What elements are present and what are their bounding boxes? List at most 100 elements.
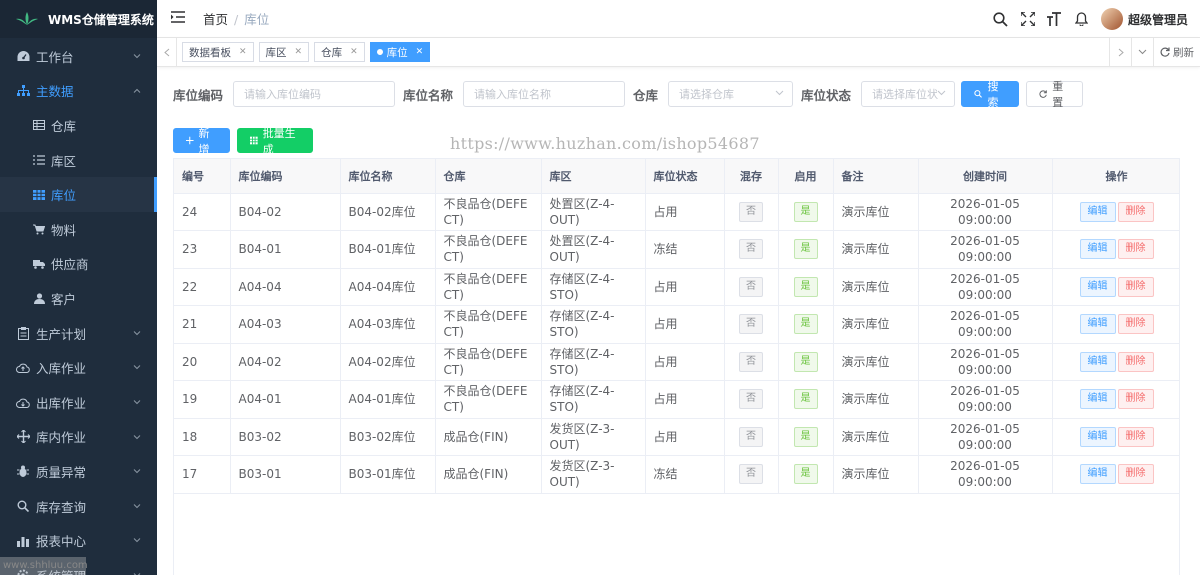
mixed-badge: 否	[739, 351, 763, 372]
search-icon[interactable]	[993, 11, 1009, 27]
bell-icon[interactable]	[1074, 11, 1090, 27]
cell-remark: 演示库位	[833, 193, 919, 231]
chevron-down-icon	[133, 400, 141, 405]
name-placeholder: 请输入库位名称	[474, 88, 552, 101]
edit-button[interactable]: 编辑	[1079, 464, 1116, 485]
enabled-badge: 是	[793, 426, 818, 447]
toolbar: 新增 批量生成	[173, 127, 313, 156]
fullscreen-icon[interactable]	[1020, 11, 1036, 27]
location-code-input[interactable]: 请输入库位编码	[233, 81, 396, 107]
sidebar-item-label: 报表中心	[36, 534, 87, 550]
cell-created: 2026-01-05 09:00:00	[918, 380, 1053, 419]
tags-scroll-left-icon[interactable]	[157, 38, 177, 66]
chevron-down-icon	[133, 434, 141, 439]
sidebar-item-dashboard[interactable]: 工作台	[0, 39, 157, 74]
chevron-down-icon	[133, 330, 141, 335]
edit-button[interactable]: 编辑	[1079, 276, 1116, 297]
app-logo[interactable]: WMS仓储管理系统	[0, 0, 157, 38]
sidebar-sub-item-customer[interactable]: 客户	[0, 281, 157, 316]
plus-icon	[186, 136, 194, 145]
status-placeholder: 请选择库位状	[872, 88, 939, 101]
chevron-down-icon	[133, 54, 141, 59]
tags-scroll-right-icon[interactable]	[1109, 38, 1131, 66]
delete-button[interactable]: 删除	[1117, 426, 1154, 447]
delete-button[interactable]: 删除	[1117, 464, 1154, 485]
cell-actions: 编辑 删除	[1052, 268, 1179, 306]
close-icon[interactable]: ✕	[295, 47, 303, 57]
dashboard-icon	[16, 49, 30, 63]
username[interactable]: 超级管理员	[1128, 11, 1188, 28]
delete-button[interactable]: 删除	[1117, 389, 1154, 410]
font-size-icon[interactable]	[1047, 11, 1063, 27]
sidebar-item-production-plan[interactable]: 生产计划	[0, 316, 157, 351]
sidebar-item-quality[interactable]: 质量异常	[0, 454, 157, 489]
cell-zone: 存储区(Z-4-STO)	[541, 343, 646, 381]
tag-label: 库位	[386, 46, 408, 59]
cell-mixed: 否	[724, 268, 779, 306]
add-button[interactable]: 新增	[173, 127, 230, 156]
cell-actions: 编辑 删除	[1052, 305, 1179, 344]
status-select[interactable]: 请选择库位状	[861, 81, 956, 107]
cell-enabled: 是	[778, 380, 834, 419]
sidebar-item-inventory-ops[interactable]: 库内作业	[0, 420, 157, 455]
search-button[interactable]: 搜索	[961, 80, 1020, 109]
delete-button[interactable]: 删除	[1117, 201, 1154, 222]
column-header: 库位状态	[645, 159, 725, 194]
cell-id: 19	[174, 380, 231, 419]
location-name-input[interactable]: 请输入库位名称	[463, 81, 626, 107]
cell-code: B03-01	[230, 455, 341, 494]
sidebar-item-master-data[interactable]: 主数据	[0, 74, 157, 109]
cell-id: 20	[174, 343, 231, 381]
close-icon[interactable]: ✕	[416, 47, 424, 57]
warehouse-select[interactable]: 请选择仓库	[668, 81, 794, 107]
edit-button[interactable]: 编辑	[1079, 351, 1116, 372]
delete-button[interactable]: 删除	[1117, 239, 1154, 260]
close-icon[interactable]: ✕	[350, 47, 358, 57]
table-row: 22 A04-04 A04-04库位 不良品仓(DEFECT) 存储区(Z-4-STO)…	[174, 268, 1179, 306]
sidebar-sub-item-material[interactable]: 物料	[0, 211, 157, 247]
sidebar-sub-item-supplier[interactable]: 供应商	[0, 246, 157, 282]
grid-icon	[33, 189, 45, 201]
breadcrumb-home[interactable]: 首页	[203, 12, 228, 27]
topbar-right: 超级管理员	[993, 0, 1200, 38]
tag-dashboard[interactable]: 数据看板 ✕	[182, 42, 254, 62]
edit-button[interactable]: 编辑	[1079, 426, 1116, 447]
tag-location[interactable]: 库位 ✕	[369, 42, 431, 62]
close-icon[interactable]: ✕	[239, 47, 247, 57]
reset-button[interactable]: 重置	[1026, 80, 1084, 109]
refresh-button[interactable]: 刷新	[1153, 38, 1200, 66]
delete-button[interactable]: 删除	[1117, 351, 1154, 372]
tags-dropdown-icon[interactable]	[1131, 38, 1153, 66]
refresh-label: 刷新	[1173, 46, 1194, 59]
edit-button[interactable]: 编辑	[1079, 389, 1116, 410]
sidebar-item-inbound[interactable]: 入库作业	[0, 350, 157, 385]
table-row: 20 A04-02 A04-02库位 不良品仓(DEFECT) 存储区(Z-4-STO)…	[174, 343, 1179, 381]
delete-button[interactable]: 删除	[1117, 314, 1154, 335]
cell-status: 占用	[645, 343, 725, 381]
sidebar-item-reports[interactable]: 报表中心	[0, 523, 157, 558]
edit-button[interactable]: 编辑	[1079, 314, 1116, 335]
edit-button[interactable]: 编辑	[1079, 201, 1116, 222]
refresh-icon	[1160, 47, 1170, 57]
cell-actions: 编辑 删除	[1052, 343, 1179, 381]
avatar[interactable]	[1100, 8, 1123, 30]
sidebar-item-stock-query[interactable]: 库存查询	[0, 489, 157, 524]
cell-actions: 编辑 删除	[1052, 418, 1179, 456]
edit-button[interactable]: 编辑	[1079, 239, 1116, 260]
sitemap-icon	[16, 84, 30, 98]
sidebar-sub-item-zone[interactable]: 库区	[0, 142, 157, 178]
cell-name: A04-01库位	[340, 380, 436, 419]
sidebar-sub-item-location[interactable]: 库位	[0, 177, 157, 212]
location-table: 编号 库位编码 库位名称 仓库 库区 库位状态 混存 启用 备注 创建时间 操作…	[173, 158, 1180, 575]
tag-warehouse[interactable]: 仓库 ✕	[314, 42, 365, 62]
sidebar-item-outbound[interactable]: 出库作业	[0, 385, 157, 420]
column-header: 仓库	[435, 159, 542, 194]
batch-generate-button[interactable]: 批量生成	[237, 127, 313, 156]
delete-button[interactable]: 删除	[1117, 276, 1154, 297]
enabled-badge: 是	[793, 389, 818, 410]
active-dot-icon	[376, 49, 383, 55]
hamburger-icon[interactable]	[171, 11, 185, 26]
sidebar-sub-item-warehouse[interactable]: 仓库	[0, 108, 157, 143]
cell-created: 2026-01-05 09:00:00	[918, 418, 1053, 456]
tag-zone[interactable]: 库区 ✕	[258, 42, 310, 62]
